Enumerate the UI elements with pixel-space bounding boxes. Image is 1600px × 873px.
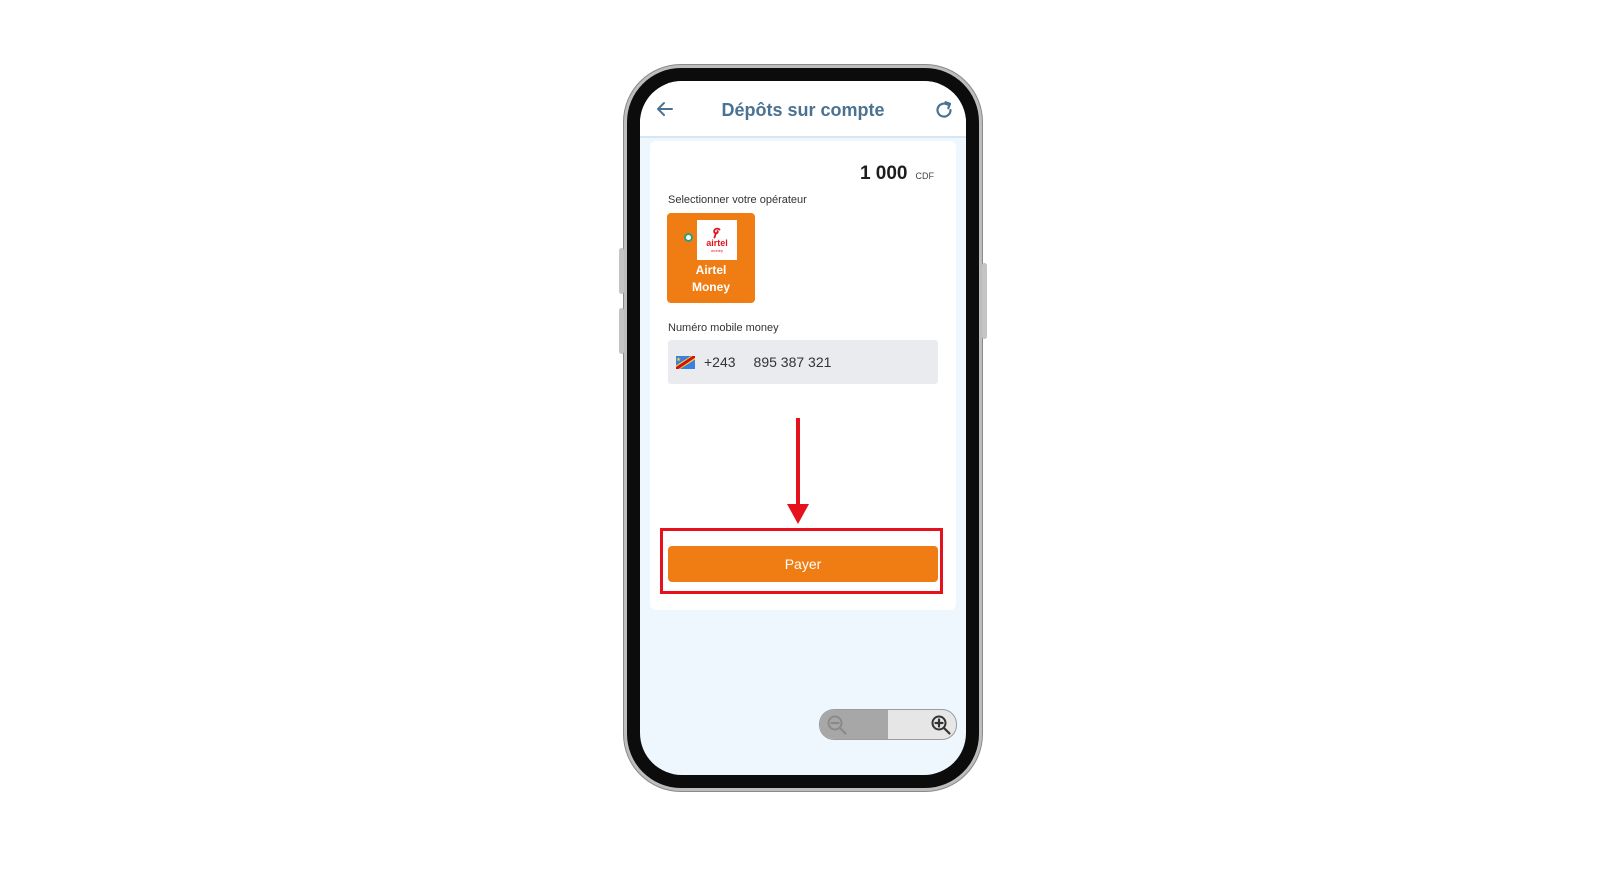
phone-number-label: Numéro mobile money (668, 322, 779, 334)
operator-option-airtel-money[interactable]: airtel money Airtel Money (667, 213, 755, 303)
zoom-in-button[interactable] (888, 710, 956, 739)
phone-number-field[interactable]: +243 (668, 340, 938, 384)
operator-label: Selectionner votre opérateur (668, 194, 807, 206)
radio-selected-icon[interactable] (684, 233, 693, 242)
arrow-down-icon (787, 418, 809, 524)
zoom-out-icon (827, 715, 847, 735)
zoom-control (819, 709, 957, 740)
amount-value: 1 000 (859, 163, 908, 184)
power-button (982, 263, 987, 339)
volume-down-button (619, 308, 624, 354)
dial-code[interactable]: +243 (704, 354, 736, 370)
amount-display: 1 000 CDF (860, 163, 934, 185)
zoom-out-button[interactable] (820, 710, 888, 739)
zoom-in-icon (931, 715, 951, 735)
refresh-icon[interactable] (934, 100, 954, 120)
volume-up-button (619, 248, 624, 294)
app-header: Dépôts sur compte (640, 81, 966, 138)
drc-flag-icon (676, 355, 695, 369)
airtel-logo: airtel money (697, 220, 737, 260)
amount-currency: CDF (915, 171, 935, 181)
airtel-logo-subtext: money (710, 248, 723, 253)
phone-number-input[interactable] (753, 354, 874, 370)
pay-button-highlight (660, 528, 943, 594)
operator-name: Airtel Money (691, 263, 730, 294)
page-title: Dépôts sur compte (721, 100, 885, 120)
airtel-logo-text: airtel (706, 238, 728, 248)
